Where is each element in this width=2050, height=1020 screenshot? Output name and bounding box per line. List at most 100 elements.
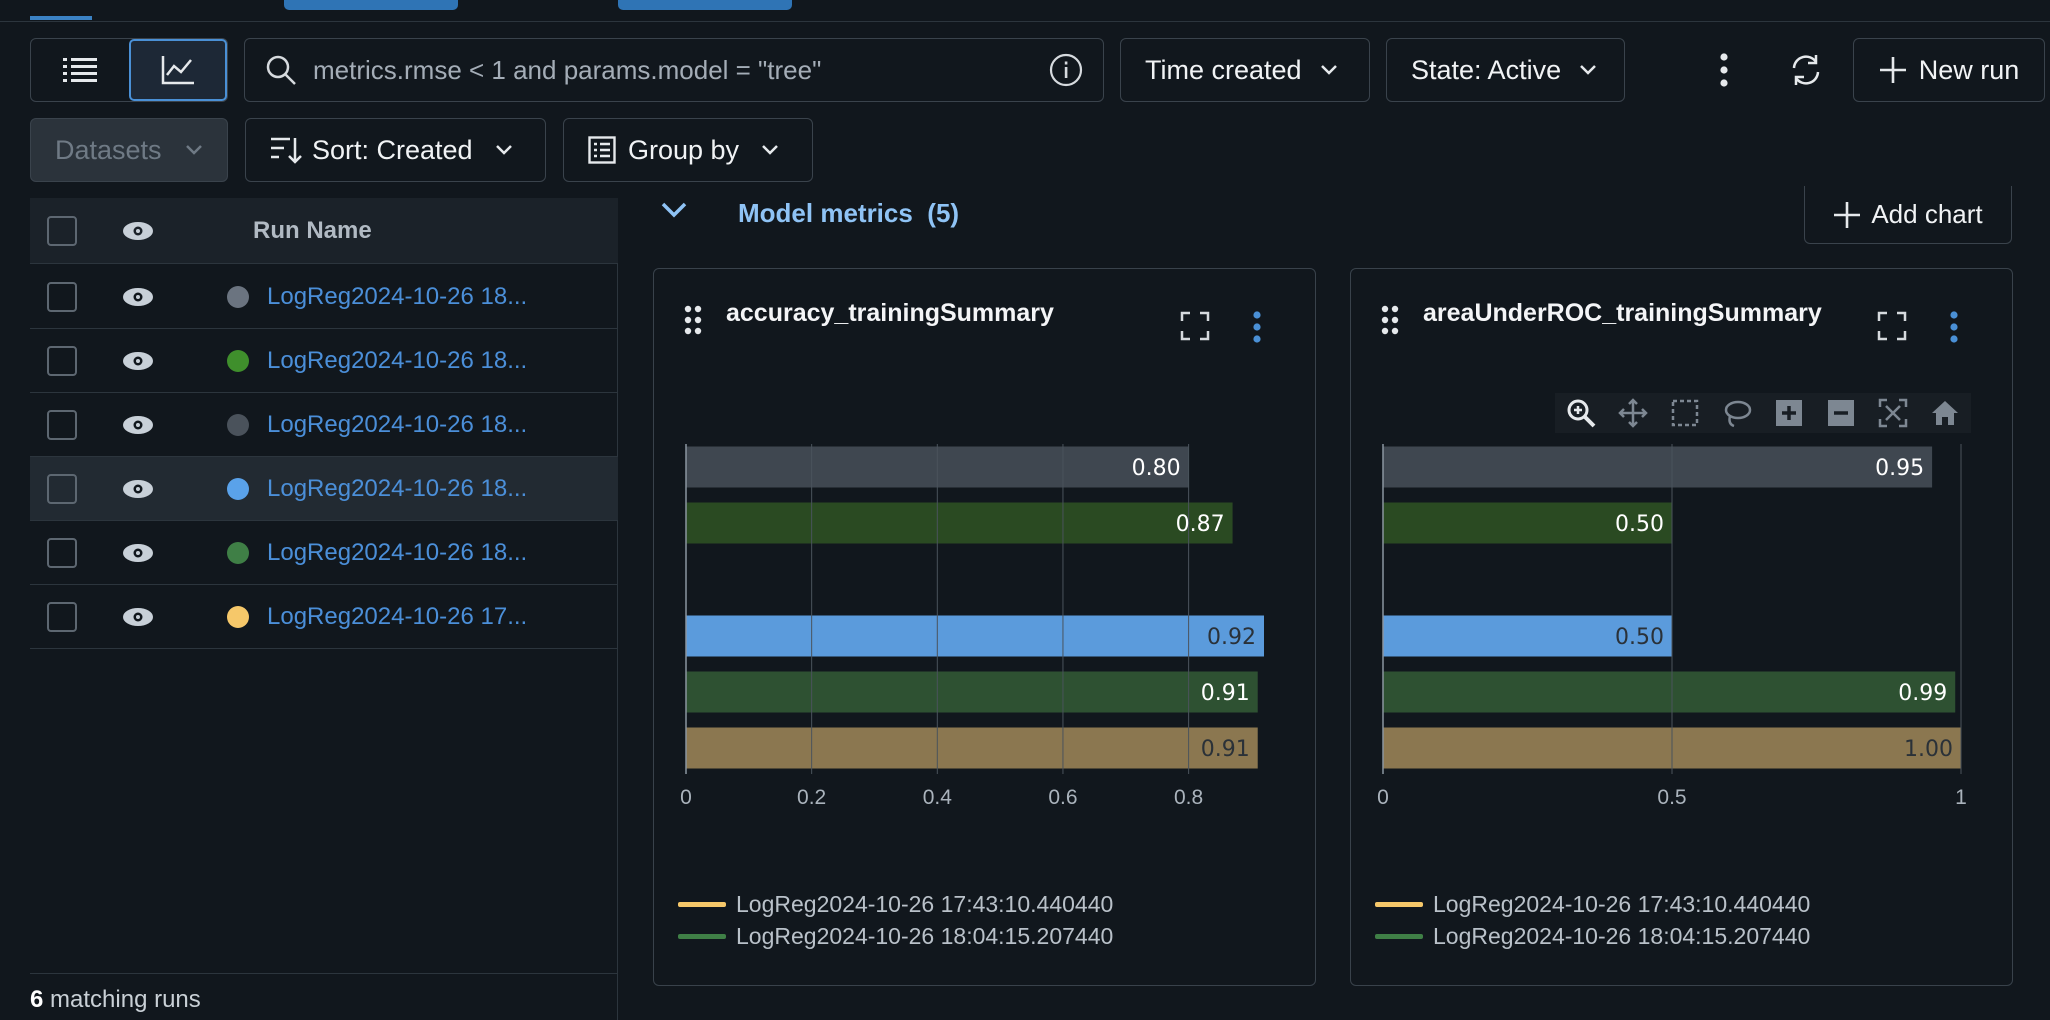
legend-item[interactable]: LogReg2024-10-26 18:04:15.207440	[678, 923, 1113, 950]
bar[interactable]	[686, 727, 1258, 769]
run-color-dot[interactable]	[227, 605, 249, 628]
chevron-down-icon	[661, 202, 687, 218]
table-row[interactable]: LogReg2024-10-26 18...	[30, 329, 618, 393]
eye-icon[interactable]	[121, 479, 155, 499]
run-color-dot[interactable]	[227, 285, 249, 308]
legend-item[interactable]: LogReg2024-10-26 18:04:15.207440	[1375, 923, 1810, 950]
plus-icon	[1879, 57, 1906, 83]
bar[interactable]	[686, 615, 1264, 657]
chart-card-accuracy: accuracy_trainingSummary 0 0.2 0.4 0.6 0.8 0.…	[653, 268, 1316, 986]
run-name-link[interactable]: LogReg2024-10-26 18...	[267, 475, 527, 503]
table-footer-divider	[30, 973, 618, 974]
row-checkbox[interactable]	[47, 537, 77, 568]
chart-view-button[interactable]	[129, 39, 227, 101]
search-input[interactable]: metrics.rmse < 1 and params.model = "tre…	[244, 38, 1104, 102]
bar-value-label: 0.95	[1875, 456, 1924, 481]
x-tick-label: 0.8	[1174, 786, 1203, 809]
add-chart-button[interactable]: Add chart	[1804, 186, 2012, 244]
matching-runs-count: 6 matching runs	[30, 986, 201, 1013]
info-icon[interactable]	[1049, 53, 1083, 87]
run-color-dot[interactable]	[227, 349, 249, 372]
row-checkbox[interactable]	[47, 601, 77, 632]
run-color-dot[interactable]	[227, 413, 249, 436]
x-tick-label: 0.4	[923, 786, 953, 809]
row-checkbox[interactable]	[47, 409, 77, 440]
legend-swatch	[678, 934, 726, 939]
row-checkbox[interactable]	[47, 345, 77, 376]
table-row[interactable]: LogReg2024-10-26 17...	[30, 585, 618, 649]
table-view-button[interactable]	[31, 39, 129, 101]
run-color-dot[interactable]	[227, 541, 249, 564]
x-tick-label: 0.5	[1657, 786, 1686, 809]
legend-item[interactable]: LogReg2024-10-26 17:43:10.440440	[678, 891, 1113, 918]
plus-icon	[1834, 201, 1861, 228]
refresh-icon	[1792, 55, 1820, 85]
chevron-down-icon	[495, 145, 512, 155]
legend-label: LogReg2024-10-26 18:04:15.207440	[1433, 923, 1811, 949]
search-icon	[266, 55, 296, 85]
chart-card-area-under-roc: areaUnderROC_trainingSummary 0 0.5 1 0.95 0.…	[1350, 268, 2013, 986]
legend-swatch	[1375, 934, 1423, 939]
x-tick-label: 0.2	[797, 786, 826, 809]
table-row[interactable]: LogReg2024-10-26 18...	[30, 457, 618, 521]
bar-value-label: 0.50	[1615, 512, 1664, 537]
run-name-link[interactable]: LogReg2024-10-26 18...	[267, 283, 527, 311]
table-row[interactable]: LogReg2024-10-26 18...	[30, 393, 618, 457]
legend-item[interactable]: LogReg2024-10-26 17:43:10.440440	[1375, 891, 1810, 918]
bar-value-label: 1.00	[1904, 737, 1953, 762]
run-name-link[interactable]: LogReg2024-10-26 18...	[267, 411, 527, 439]
list-icon	[63, 58, 97, 82]
line-chart-icon	[161, 56, 194, 85]
bar[interactable]	[1383, 446, 1933, 488]
tab-badge[interactable]	[284, 0, 458, 10]
refresh-button[interactable]	[1786, 50, 1826, 90]
run-name-link[interactable]: LogReg2024-10-26 18...	[267, 347, 527, 375]
runs-table-header: Run Name	[30, 198, 618, 264]
sort-dropdown[interactable]: Sort: Created	[245, 118, 546, 182]
tab-badge[interactable]	[618, 0, 792, 10]
new-run-button[interactable]: New run	[1853, 38, 2045, 102]
run-name-link[interactable]: LogReg2024-10-26 18...	[267, 539, 527, 567]
bar[interactable]	[686, 671, 1258, 713]
group-by-dropdown[interactable]: Group by	[563, 118, 813, 182]
state-dropdown[interactable]: State: Active	[1386, 38, 1625, 102]
bar-value-label: 0.80	[1132, 456, 1181, 481]
bar-chart: 0 0.2 0.4 0.6 0.8 0.80 0.87 0.92 0.91 0.91	[680, 444, 1264, 809]
legend-swatch	[1375, 902, 1423, 907]
group-icon	[588, 136, 616, 164]
time-created-dropdown[interactable]: Time created	[1120, 38, 1370, 102]
table-row[interactable]: LogReg2024-10-26 18...	[30, 265, 618, 329]
active-tab-indicator	[30, 16, 92, 20]
table-row[interactable]: LogReg2024-10-26 18...	[30, 521, 618, 585]
x-tick-label: 0	[680, 786, 692, 809]
legend-swatch	[678, 902, 726, 907]
eye-icon[interactable]	[121, 415, 155, 435]
eye-icon[interactable]	[121, 287, 155, 307]
section-title: Model metrics (5)	[738, 198, 960, 228]
select-all-checkbox[interactable]	[47, 215, 77, 246]
row-checkbox[interactable]	[47, 473, 77, 504]
x-tick-label: 0.6	[1048, 786, 1077, 809]
more-options-button[interactable]	[1706, 50, 1742, 90]
bar[interactable]	[1383, 671, 1956, 713]
datasets-dropdown[interactable]: Datasets	[30, 118, 228, 182]
collapse-section-button[interactable]	[660, 200, 688, 225]
bar[interactable]	[686, 502, 1233, 544]
state-label: State: Active	[1411, 54, 1562, 85]
row-checkbox[interactable]	[47, 281, 77, 312]
eye-icon[interactable]	[121, 351, 155, 371]
run-name-column-header[interactable]: Run Name	[253, 217, 372, 245]
sort-label: Sort: Created	[312, 134, 473, 165]
bar-value-label: 0.50	[1615, 625, 1664, 650]
bar-value-label: 0.91	[1201, 737, 1250, 762]
run-color-dot[interactable]	[227, 477, 249, 500]
kebab-icon	[1720, 53, 1728, 87]
eye-icon[interactable]	[121, 607, 155, 627]
search-placeholder: metrics.rmse < 1 and params.model = "tre…	[313, 54, 822, 85]
eye-icon[interactable]	[121, 221, 155, 241]
eye-icon[interactable]	[121, 543, 155, 563]
chevron-down-icon	[1580, 65, 1596, 75]
view-toggle	[30, 38, 228, 102]
run-name-link[interactable]: LogReg2024-10-26 17...	[267, 603, 527, 631]
bar-chart: 0 0.5 1 0.95 0.50 0.50 0.99 1.00	[1377, 444, 1967, 809]
